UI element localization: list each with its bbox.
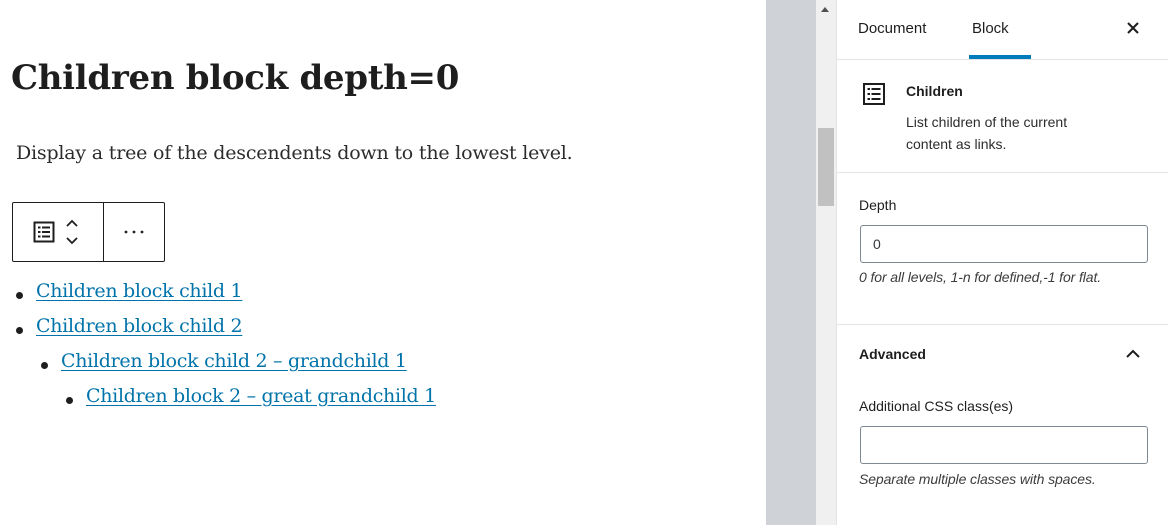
block-card-title: Children bbox=[906, 83, 963, 99]
list-item: Children block child 2 bbox=[16, 315, 243, 337]
chevron-up-icon[interactable] bbox=[63, 214, 81, 232]
page-description[interactable]: Display a tree of the descendents down t… bbox=[16, 142, 573, 164]
great-grandchild-link[interactable]: Children block 2 – great grandchild 1 bbox=[86, 385, 436, 407]
sidebar-tabs: Document Block bbox=[837, 0, 1168, 60]
chevron-down-icon[interactable] bbox=[63, 232, 81, 250]
chevron-up-icon[interactable] bbox=[1124, 345, 1142, 363]
more-options-button[interactable] bbox=[104, 203, 164, 261]
child-link[interactable]: Children block child 2 bbox=[36, 315, 243, 337]
tab-block[interactable]: Block bbox=[972, 20, 1009, 37]
list-view-icon bbox=[862, 82, 886, 106]
child-link[interactable]: Children block child 1 bbox=[36, 280, 243, 302]
ellipsis-icon bbox=[124, 230, 144, 234]
close-icon bbox=[1127, 22, 1139, 34]
css-class-help: Separate multiple classes with spaces. bbox=[859, 471, 1096, 487]
bullet bbox=[41, 362, 48, 369]
list-item: Children block child 1 bbox=[16, 280, 243, 302]
bullet bbox=[66, 397, 73, 404]
depth-panel: Depth 0 for all levels, 1-n for defined,… bbox=[837, 173, 1168, 325]
block-toolbar bbox=[12, 202, 165, 262]
depth-label: Depth bbox=[859, 197, 897, 213]
editor-canvas: Children block depth=0 Display a tree of… bbox=[0, 0, 766, 525]
list-view-icon[interactable] bbox=[30, 218, 58, 246]
tab-document[interactable]: Document bbox=[858, 20, 926, 37]
scrollbar-thumb[interactable] bbox=[818, 128, 834, 206]
page-title[interactable]: Children block depth=0 bbox=[11, 58, 459, 98]
depth-help: 0 for all levels, 1-n for defined,-1 for… bbox=[859, 269, 1102, 285]
css-class-input[interactable] bbox=[860, 426, 1148, 464]
list-item: Children block 2 – great grandchild 1 bbox=[66, 385, 436, 407]
block-card-description: List children of the current content as … bbox=[906, 114, 1068, 152]
block-mover bbox=[62, 210, 82, 254]
depth-input[interactable] bbox=[860, 225, 1148, 263]
advanced-panel-toggle[interactable]: Advanced bbox=[859, 346, 926, 362]
list-item: Children block child 2 – grandchild 1 bbox=[41, 350, 407, 372]
bullet bbox=[16, 327, 23, 334]
block-card: Children List children of the current co… bbox=[837, 60, 1168, 173]
editor-scrollbar-area bbox=[766, 0, 836, 525]
close-sidebar-button[interactable] bbox=[1123, 18, 1143, 38]
grandchild-link[interactable]: Children block child 2 – grandchild 1 bbox=[61, 350, 407, 372]
css-class-label: Additional CSS class(es) bbox=[859, 398, 1014, 414]
scroll-up-arrow-icon[interactable] bbox=[821, 7, 829, 12]
active-tab-indicator bbox=[969, 55, 1031, 59]
advanced-panel: Advanced Additional CSS class(es) Separa… bbox=[837, 325, 1168, 525]
settings-sidebar: Document Block Children List children of… bbox=[836, 0, 1168, 525]
scrollbar-track[interactable] bbox=[816, 0, 836, 525]
bullet bbox=[16, 292, 23, 299]
toolbar-block-group bbox=[13, 203, 104, 261]
